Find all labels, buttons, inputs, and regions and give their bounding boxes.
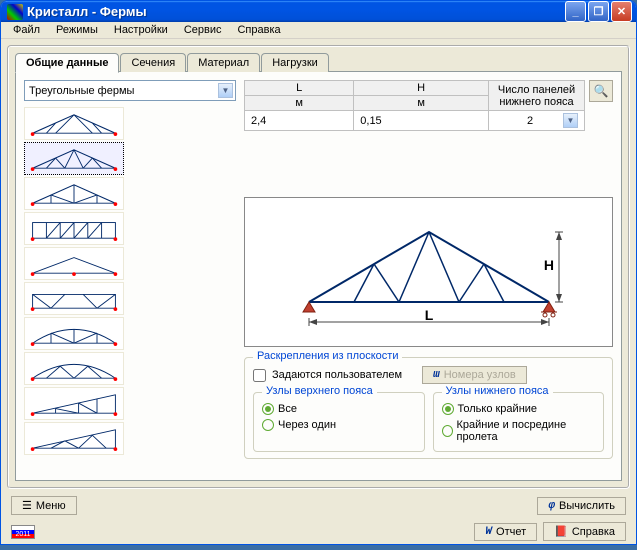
tab-loads[interactable]: Нагрузки [261,53,329,72]
truss-type-value: Треугольные фермы [29,85,218,97]
close-button[interactable]: ✕ [611,1,632,22]
truss-option-10[interactable] [24,422,124,455]
bottom-toolbar: ☰ Меню φ Вычислить [7,493,630,518]
dim-H-label: H [543,257,553,273]
truss-option-1[interactable] [24,107,124,140]
menu-service[interactable]: Сервис [176,22,230,38]
minimize-button[interactable]: _ [565,1,586,22]
col-L-unit: м [245,96,354,111]
tab-material[interactable]: Материал [187,53,260,72]
titlebar[interactable]: Кристалл - Фермы _ ❐ ✕ [1,1,636,22]
menu-settings[interactable]: Настройки [106,22,176,38]
parameter-table: L H Число панелей нижнего пояса м м 2,4 … [244,80,613,131]
tabpage-general: Треугольные фермы ▼ [15,71,622,481]
menu-modes[interactable]: Режимы [48,22,106,38]
lower-nodes-groupbox: Узлы нижнего пояса Только крайние Крайни… [433,392,605,452]
col-H-unit: м [354,96,489,111]
tab-strip: Общие данные Сечения Материал Нагрузки [15,53,622,72]
chevron-down-icon: ▼ [563,113,578,128]
col-panels-header: Число панелей нижнего пояса [489,81,585,111]
truss-type-combo[interactable]: Треугольные фермы ▼ [24,80,236,101]
node-numbers-button: ɯ Номера узлов [422,366,527,384]
upper-all-radio[interactable]: Все [262,401,416,417]
upper-every2-radio[interactable]: Через один [262,417,416,433]
nodes-icon: ɯ [433,369,440,381]
lower-endsmid-radio[interactable]: Крайние и посредине пролета [442,417,596,445]
truss-option-9[interactable] [24,387,124,420]
client-area: Общие данные Сечения Материал Нагрузки Т… [1,39,636,550]
main-window: Кристалл - Фермы _ ❐ ✕ Файл Режимы Настр… [0,0,637,545]
truss-preview-list [24,107,236,455]
bracing-groupbox: Раскрепления из плоскости Задаются польз… [244,357,613,459]
menu-icon: ☰ [22,499,32,512]
preview-zoom-button[interactable]: 🔍 [589,80,613,102]
panels-combo[interactable]: 2 ▼ [489,111,585,131]
flag-icon: 2011 [11,525,35,539]
truss-option-3[interactable] [24,177,124,210]
userdef-checkbox[interactable]: Задаются пользователем [253,369,402,382]
lower-endsonly-radio[interactable]: Только крайние [442,401,596,417]
tab-sections[interactable]: Сечения [120,53,186,72]
truss-option-8[interactable] [24,352,124,385]
truss-option-5[interactable] [24,247,124,280]
truss-option-7[interactable] [24,317,124,350]
menu-help[interactable]: Справка [229,22,288,38]
dim-L-label: L [424,307,433,323]
col-L-header: L [245,81,354,96]
magnifier-icon: 🔍 [594,84,609,98]
bracing-legend: Раскрепления из плоскости [253,350,402,362]
truss-preview: L H [244,197,613,347]
chevron-down-icon: ▼ [218,83,233,98]
truss-option-2[interactable] [24,142,124,175]
upper-nodes-groupbox: Узлы верхнего пояса Все Через один [253,392,425,452]
bottom-toolbar-2: 2011 W Отчет 📕 Справка [7,522,630,544]
book-icon: 📕 [554,525,568,538]
menubar: Файл Режимы Настройки Сервис Справка [1,22,636,39]
H-input[interactable]: 0,15 [354,111,489,131]
calculate-button[interactable]: φ Вычислить [537,497,626,515]
app-icon [7,4,23,20]
maximize-button[interactable]: ❐ [588,1,609,22]
window-title: Кристалл - Фермы [27,4,565,19]
report-button[interactable]: W Отчет [474,523,537,541]
truss-option-6[interactable] [24,282,124,315]
L-input[interactable]: 2,4 [245,111,354,131]
menu-file[interactable]: Файл [5,22,48,38]
tab-general[interactable]: Общие данные [15,53,119,73]
menu-button[interactable]: ☰ Меню [11,496,77,515]
calc-icon: φ [548,500,555,512]
col-H-header: H [354,81,489,96]
truss-option-4[interactable] [24,212,124,245]
help-button[interactable]: 📕 Справка [543,522,626,541]
report-icon: W [485,526,492,538]
